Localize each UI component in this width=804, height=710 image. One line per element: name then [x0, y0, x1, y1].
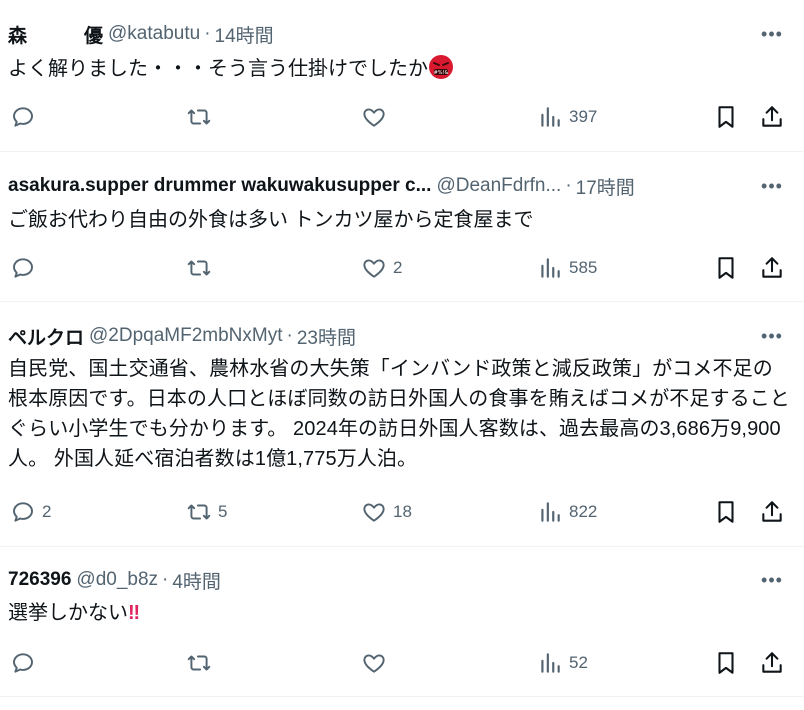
- timestamp[interactable]: 4時間: [172, 567, 221, 594]
- tweet-header: 726396 @d0_b8z · 4時間: [8, 567, 221, 594]
- like-button[interactable]: 18: [361, 498, 412, 526]
- more-options-icon[interactable]: •••: [760, 176, 784, 196]
- views-count: 822: [569, 502, 598, 521]
- retweet-button[interactable]: 5: [186, 498, 227, 526]
- bookmark-button[interactable]: [713, 254, 739, 282]
- heart-icon: [363, 108, 385, 127]
- like-button[interactable]: [361, 103, 393, 131]
- more-options-icon[interactable]: •••: [760, 570, 784, 590]
- tweet-text: よく解りました・・・そう言う仕掛けでしたか #%!&: [8, 54, 794, 84]
- share-icon: [762, 106, 782, 127]
- share-icon: [762, 652, 782, 673]
- author-name[interactable]: ペルクロ: [8, 323, 84, 350]
- views-chart-icon: [541, 258, 560, 278]
- author-name[interactable]: 森 優: [8, 21, 103, 48]
- double-exclamation-icon: ‼: [128, 602, 141, 624]
- retweet-button[interactable]: [186, 103, 218, 131]
- timestamp[interactable]: 14時間: [215, 21, 274, 48]
- author-handle[interactable]: @katabutu: [108, 23, 200, 45]
- tweet-text: ご飯お代わり自由の外食は多い トンカツ屋から定食屋まで: [8, 209, 534, 231]
- views-chart-icon: [541, 107, 560, 127]
- separator-dot: ·: [565, 175, 572, 196]
- tweet-actions: 2 585: [0, 254, 804, 282]
- angry-face-icon: #%!&: [429, 55, 453, 79]
- tweet-1[interactable]: 森 優 @katabutu · 14時間 ••• よく解りました・・・そう言う仕…: [0, 0, 804, 152]
- views-button[interactable]: 585: [537, 254, 597, 282]
- more-options-icon[interactable]: •••: [760, 326, 784, 346]
- author-name[interactable]: asakura.supper drummer wakuwakusupper c.…: [8, 175, 431, 197]
- retweet-icon: [187, 260, 211, 276]
- reply-count: 2: [42, 502, 52, 521]
- retweet-count: 5: [218, 502, 228, 521]
- retweet-icon: [187, 504, 211, 520]
- tweet-header: ペルクロ @2DpqaMF2mbNxMyt · 23時間: [8, 323, 356, 350]
- bookmark-icon: [718, 501, 734, 523]
- tweet-2[interactable]: asakura.supper drummer wakuwakusupper c.…: [0, 151, 804, 302]
- author-handle[interactable]: @2DpqaMF2mbNxMyt: [89, 325, 283, 347]
- share-icon: [762, 257, 782, 278]
- tweet-header: 森 優 @katabutu · 14時間: [8, 21, 274, 48]
- retweet-button[interactable]: [186, 254, 218, 282]
- reply-button[interactable]: 2: [10, 498, 51, 526]
- tweet-actions: 52: [0, 649, 804, 677]
- bookmark-button[interactable]: [713, 103, 739, 131]
- author-handle[interactable]: @d0_b8z: [76, 569, 158, 591]
- bookmark-icon: [718, 652, 734, 674]
- views-button[interactable]: 397: [537, 103, 597, 131]
- bookmark-icon: [718, 106, 734, 128]
- separator-dot: ·: [162, 569, 169, 590]
- reply-button[interactable]: [10, 103, 42, 131]
- like-button[interactable]: [361, 649, 393, 677]
- bookmark-button[interactable]: [713, 649, 739, 677]
- more-options-icon[interactable]: •••: [760, 24, 784, 44]
- views-count: 397: [569, 107, 598, 126]
- views-chart-icon: [541, 653, 560, 673]
- reply-icon: [13, 258, 33, 278]
- heart-icon: [363, 654, 385, 673]
- author-name[interactable]: 726396: [8, 569, 71, 591]
- bookmark-button[interactable]: [713, 498, 739, 526]
- share-button[interactable]: [759, 649, 785, 677]
- reply-button[interactable]: [10, 254, 42, 282]
- views-count: 585: [569, 258, 598, 277]
- tweet-actions: 2 5 18 822: [0, 498, 804, 526]
- views-button[interactable]: 822: [537, 498, 597, 526]
- svg-text:#%!&: #%!&: [434, 70, 449, 76]
- heart-icon: [363, 259, 385, 278]
- separator-dot: ·: [286, 325, 293, 346]
- tweet-text-content: 選挙しかない: [8, 602, 128, 624]
- share-icon: [762, 501, 782, 522]
- like-button[interactable]: 2: [361, 254, 402, 282]
- views-chart-icon: [541, 502, 560, 522]
- tweet-text: 自民党、国土交通省、農林水省の大失策「インバンド政策と減反政策」がコメ不足の根本…: [8, 358, 790, 470]
- tweet-actions: 397: [0, 103, 804, 131]
- timestamp[interactable]: 17時間: [576, 173, 635, 200]
- share-button[interactable]: [759, 498, 785, 526]
- retweet-icon: [187, 655, 211, 671]
- tweet-4[interactable]: 726396 @d0_b8z · 4時間 ••• 選挙しかない‼ 52: [0, 546, 804, 697]
- tweet-header: asakura.supper drummer wakuwakusupper c.…: [8, 173, 635, 200]
- views-button[interactable]: 52: [537, 649, 588, 677]
- heart-icon: [363, 503, 385, 522]
- tweet-3[interactable]: ペルクロ @2DpqaMF2mbNxMyt · 23時間 ••• 自民党、国土交…: [0, 301, 804, 547]
- like-count: 18: [393, 502, 412, 521]
- share-button[interactable]: [759, 254, 785, 282]
- tweet-text-content: よく解りました・・・そう言う仕掛けでしたか: [8, 58, 428, 80]
- separator-dot: ·: [204, 23, 211, 44]
- retweet-icon: [187, 109, 211, 125]
- author-handle[interactable]: @DeanFdrfn...: [436, 175, 561, 197]
- reply-button[interactable]: [10, 649, 42, 677]
- retweet-button[interactable]: [186, 649, 218, 677]
- timestamp[interactable]: 23時間: [297, 323, 356, 350]
- tweet-text: 選挙しかない‼: [8, 598, 794, 628]
- share-button[interactable]: [759, 103, 785, 131]
- reply-icon: [13, 653, 33, 673]
- reply-icon: [13, 107, 33, 127]
- bookmark-icon: [718, 257, 734, 279]
- views-count: 52: [569, 653, 588, 672]
- like-count: 2: [393, 258, 403, 277]
- reply-icon: [13, 502, 33, 522]
